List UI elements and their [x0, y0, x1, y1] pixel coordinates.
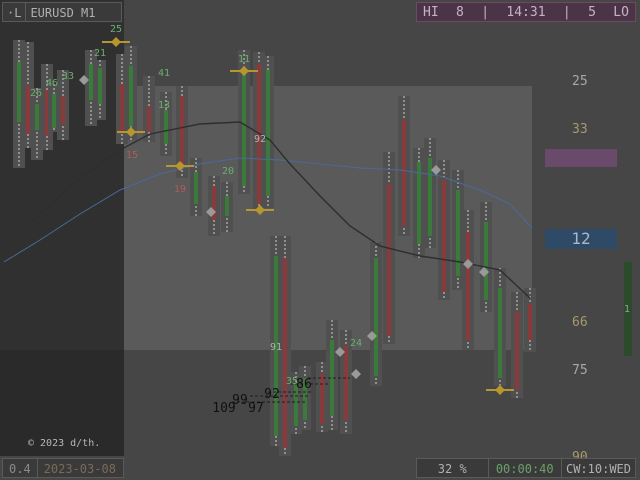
calendar-week: CW:10:WED	[565, 462, 631, 476]
candle-body	[194, 172, 198, 204]
candle-body	[515, 312, 519, 390]
ladder-label: 97	[248, 401, 264, 416]
candle-body	[498, 288, 502, 378]
status-sep: |	[481, 5, 490, 20]
candle-body	[374, 258, 378, 376]
bar-count-label: 21	[94, 48, 106, 59]
candle-body	[266, 70, 270, 196]
high-label: HI	[423, 5, 439, 20]
candle-body	[466, 232, 470, 340]
chart-window: 25 21 33 46 26 41 13 11 92 20 15 19 24 35 91 86 92 99 109 9…	[0, 0, 640, 480]
pivot-marker	[111, 37, 121, 47]
candle-body	[180, 96, 184, 166]
signal-marker	[351, 369, 361, 379]
footer-right: 32 % 00:00:40 CW:10:WED	[416, 458, 636, 478]
candle-body	[89, 64, 93, 100]
bar-timer: 00:00:40	[489, 459, 562, 477]
volume-value: 1	[624, 304, 631, 315]
footer-left: 0.4 2023-03-08	[2, 458, 124, 478]
session-time: 14:31	[506, 5, 546, 20]
bar-count-label: 92	[254, 134, 266, 145]
current-price-label: 12	[545, 229, 617, 249]
copyright-text: © 2023 d/th.	[28, 438, 101, 449]
ladder-label: 86	[296, 377, 312, 392]
scale-value: 0.4	[9, 462, 31, 476]
candle-plot: 252133462641131192201519243591869299109 9…	[3, 24, 536, 456]
date-label: 2023-03-08	[36, 459, 122, 477]
bar-count-label: 19	[174, 184, 186, 195]
ladder-label: 92	[264, 387, 280, 402]
candle-body	[283, 258, 287, 448]
low-value: 5	[588, 5, 596, 20]
symbol-label[interactable]: EURUSD M1	[25, 3, 99, 21]
candle-body	[442, 180, 446, 292]
candle-body	[387, 184, 391, 336]
bar-count-label: 41	[158, 68, 170, 79]
candle-body	[344, 346, 348, 420]
marker-bar	[545, 149, 617, 167]
candle-body	[120, 84, 124, 132]
candle-body	[528, 304, 532, 340]
ladder-label: 109	[212, 401, 235, 416]
candle-body	[147, 106, 151, 132]
symbol-bar[interactable]: ·L EURUSD M1	[2, 2, 122, 22]
candle-body	[484, 222, 488, 300]
candle-body	[456, 190, 460, 276]
pivot-marker	[495, 385, 505, 395]
candle-body	[320, 374, 324, 424]
candle-body	[52, 94, 56, 128]
candle-body	[242, 70, 246, 186]
mode-indicator[interactable]: ·L	[3, 3, 25, 21]
session-status-panel: HI 8 | 14:31 | 5 LO	[416, 2, 636, 22]
price-label: 66	[572, 315, 588, 330]
bar-count-label: 15	[126, 150, 138, 161]
candle-body	[164, 110, 168, 144]
price-label: 25	[572, 74, 588, 89]
candle-body	[61, 96, 65, 124]
bar-count-label: 91	[270, 342, 282, 353]
bar-count-label: 11	[238, 54, 250, 65]
candle-body	[402, 120, 406, 226]
bar-count-label: 24	[350, 338, 362, 349]
low-label: LO	[613, 5, 629, 20]
price-label: 75	[572, 363, 588, 378]
bar-count-label: 13	[158, 100, 170, 111]
price-label: 33	[572, 122, 588, 137]
candle-body	[129, 66, 133, 126]
bar-count-label: 20	[222, 166, 234, 177]
percent-value: 32 %	[417, 459, 489, 477]
candle-body	[35, 104, 39, 130]
candle-body	[98, 68, 102, 104]
high-value: 8	[456, 5, 464, 20]
bar-count-label: 33	[62, 71, 74, 82]
candle-body	[225, 196, 229, 216]
candle-body	[17, 62, 21, 122]
status-sep: |	[562, 5, 571, 20]
bar-count-label: 46	[46, 78, 58, 89]
bar-count-label: 25	[110, 24, 122, 35]
candle-body	[417, 162, 421, 244]
bar-count-label: 26	[30, 88, 42, 99]
